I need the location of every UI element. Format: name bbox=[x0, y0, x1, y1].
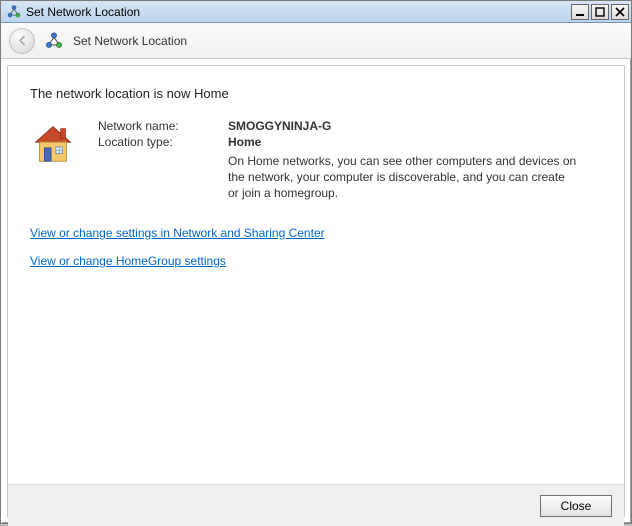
button-bar: Close bbox=[8, 484, 624, 526]
page-heading: The network location is now Home bbox=[30, 86, 602, 101]
home-network-icon bbox=[30, 121, 76, 167]
link-network-sharing-center[interactable]: View or change settings in Network and S… bbox=[30, 226, 325, 240]
location-type-value: Home bbox=[228, 135, 602, 149]
link-homegroup-settings[interactable]: View or change HomeGroup settings bbox=[30, 254, 226, 268]
location-type-description: On Home networks, you can see other comp… bbox=[228, 153, 578, 202]
maximize-button[interactable] bbox=[591, 4, 609, 20]
set-network-location-window: Set Network Location bbox=[0, 0, 632, 524]
content-panel: The network location is now Home bbox=[7, 65, 625, 517]
network-location-icon bbox=[45, 32, 63, 50]
network-location-icon bbox=[7, 5, 21, 19]
network-info-block: Network name: SMOGGYNINJA-G Location typ… bbox=[30, 119, 602, 204]
content-wrap: The network location is now Home bbox=[1, 59, 631, 523]
header-nav: Set Network Location bbox=[1, 23, 631, 59]
close-button[interactable]: Close bbox=[540, 495, 612, 517]
close-window-button[interactable] bbox=[611, 4, 629, 20]
network-name-label: Network name: bbox=[98, 119, 228, 133]
network-info-grid: Network name: SMOGGYNINJA-G Location typ… bbox=[98, 119, 602, 204]
titlebar-title: Set Network Location bbox=[26, 5, 571, 19]
header-title: Set Network Location bbox=[73, 34, 187, 48]
location-type-row: Location type: Home On Home networks, yo… bbox=[98, 135, 602, 202]
back-button[interactable] bbox=[9, 28, 35, 54]
titlebar-buttons bbox=[571, 4, 629, 20]
network-name-row: Network name: SMOGGYNINJA-G bbox=[98, 119, 602, 133]
titlebar: Set Network Location bbox=[1, 1, 631, 23]
location-type-label: Location type: bbox=[98, 135, 228, 149]
minimize-button[interactable] bbox=[571, 4, 589, 20]
network-name-value: SMOGGYNINJA-G bbox=[228, 119, 602, 133]
